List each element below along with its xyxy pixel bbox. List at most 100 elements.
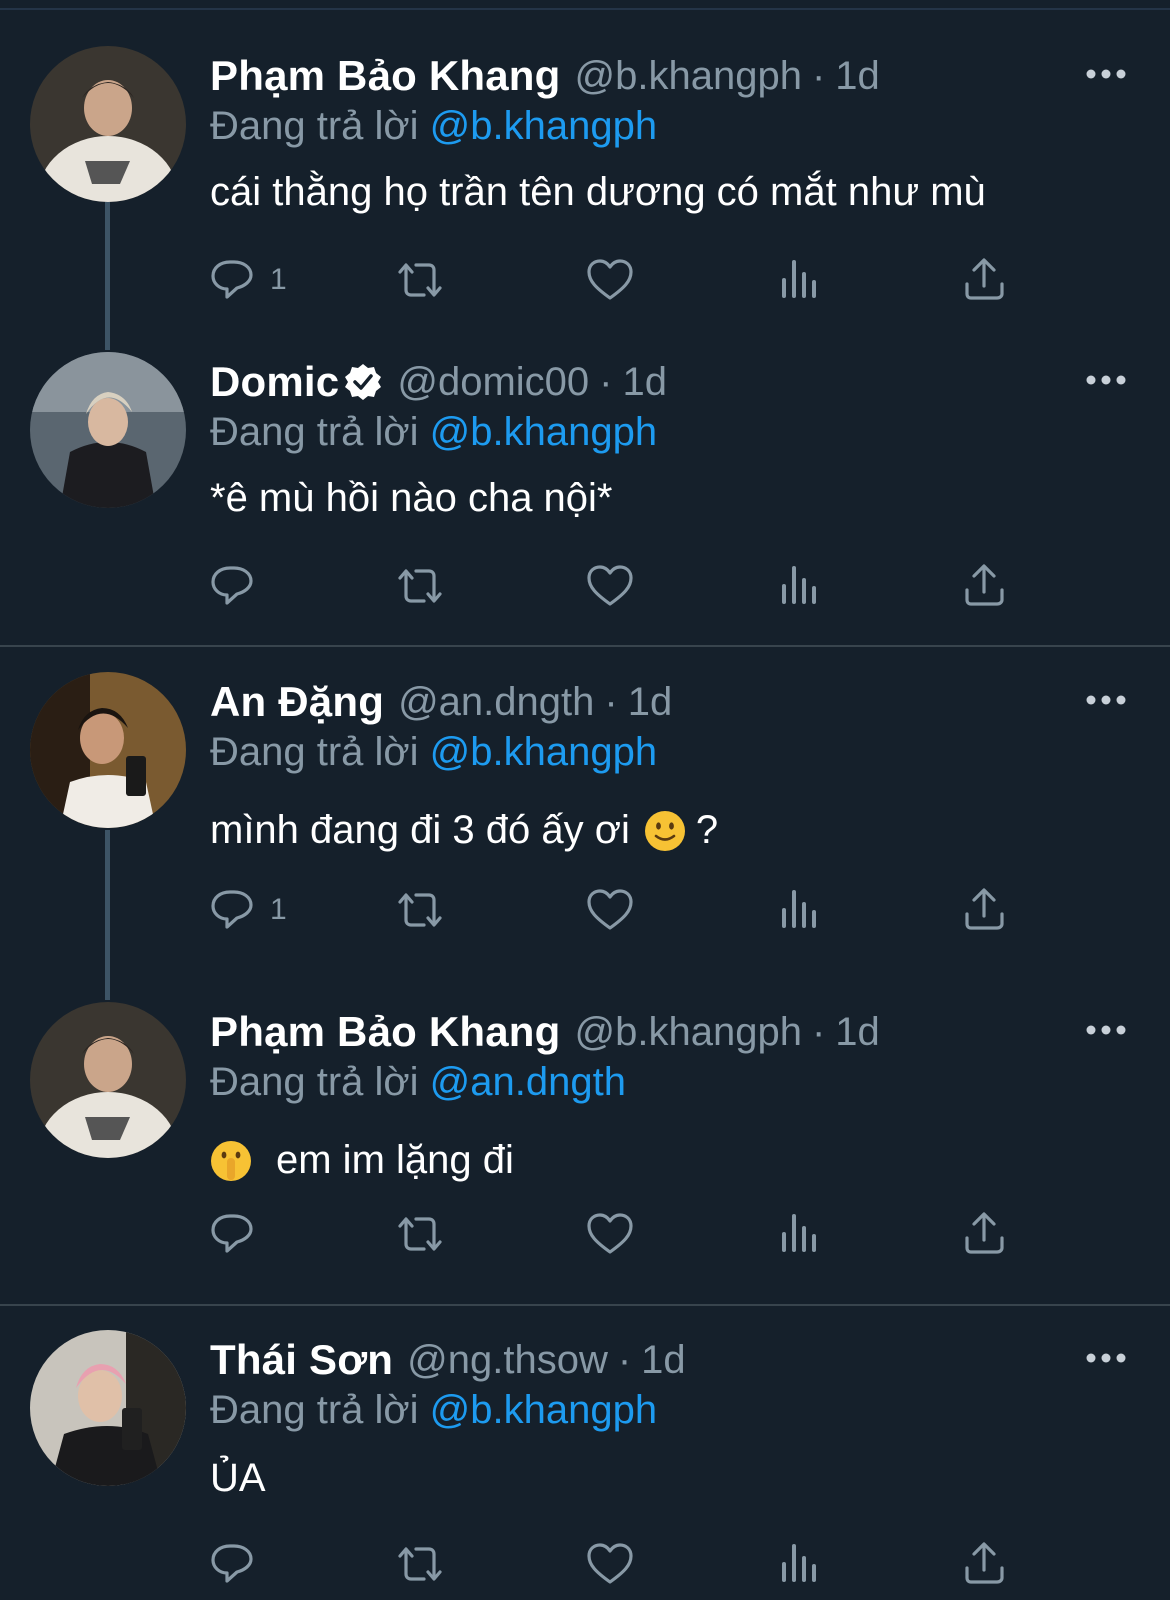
- reply-mention[interactable]: @b.khangph: [430, 104, 657, 148]
- display-name[interactable]: Domic: [210, 358, 339, 406]
- reply-count: 1: [270, 893, 287, 926]
- timestamp[interactable]: 1d: [835, 1010, 880, 1055]
- views-button[interactable]: [778, 886, 822, 934]
- display-name[interactable]: Phạm Bảo Khang: [210, 52, 561, 100]
- like-icon: [587, 1213, 633, 1254]
- views-button[interactable]: [778, 1540, 822, 1588]
- like-button[interactable]: [586, 562, 634, 610]
- views-button[interactable]: [778, 562, 822, 610]
- timestamp[interactable]: 1d: [622, 360, 667, 405]
- replying-label: Đang trả lời: [210, 730, 419, 774]
- views-button[interactable]: [778, 256, 822, 304]
- like-button[interactable]: [586, 1540, 634, 1588]
- reply-button[interactable]: 1: [210, 256, 287, 304]
- like-button[interactable]: [586, 886, 634, 934]
- share-icon: [965, 564, 1004, 606]
- tweet-header: Phạm Bảo Khang @b.khangph · 1d: [210, 48, 880, 104]
- reply-button[interactable]: 1: [210, 886, 287, 934]
- timestamp[interactable]: 1d: [641, 1338, 686, 1383]
- share-button[interactable]: [962, 562, 1008, 610]
- user-handle[interactable]: @an.dngth: [398, 680, 594, 725]
- replying-to: Đang trả lời @b.khangph: [210, 104, 657, 149]
- tweet-text: cái thằng họ trần tên dương có mắt như m…: [210, 170, 986, 215]
- more-options-icon[interactable]: [1085, 1348, 1127, 1368]
- like-icon: [587, 259, 633, 300]
- timestamp[interactable]: 1d: [835, 54, 880, 99]
- tweet-text-suffix: ?: [695, 808, 719, 852]
- like-button[interactable]: [586, 1210, 634, 1258]
- replying-label: Đang trả lời: [210, 1060, 419, 1104]
- avatar[interactable]: [30, 1002, 186, 1158]
- user-handle[interactable]: @domic00: [397, 360, 589, 405]
- user-handle[interactable]: @b.khangph: [575, 1010, 802, 1055]
- more-options-icon[interactable]: [1085, 64, 1127, 84]
- replying-to: Đang trả lời @b.khangph: [210, 410, 657, 455]
- slightly-smiling-face-icon: [644, 810, 685, 851]
- replying-label: Đang trả lời: [210, 410, 419, 454]
- share-icon: [965, 1212, 1004, 1254]
- reply-button[interactable]: [210, 562, 258, 610]
- views-button[interactable]: [778, 1210, 822, 1258]
- share-button[interactable]: [962, 1540, 1008, 1588]
- display-name[interactable]: Thái Sơn: [210, 1336, 393, 1384]
- verified-badge-icon: [345, 364, 382, 400]
- avatar[interactable]: [30, 352, 186, 508]
- timestamp[interactable]: 1d: [628, 680, 673, 725]
- more-options-icon[interactable]: [1085, 1020, 1127, 1040]
- reply-button[interactable]: [210, 1210, 258, 1258]
- reply-icon: [211, 566, 253, 605]
- more-options-icon[interactable]: [1085, 370, 1127, 390]
- retweet-icon: [398, 569, 442, 603]
- tweet-header: Domic @domic00 · 1d: [210, 354, 667, 410]
- separator-dot: ·: [617, 1337, 632, 1382]
- avatar[interactable]: [30, 46, 186, 202]
- retweet-icon: [398, 893, 442, 927]
- replying-to: Đang trả lời @an.dngth: [210, 1060, 626, 1105]
- more-options-icon[interactable]: [1085, 690, 1127, 710]
- reply-mention[interactable]: @an.dngth: [430, 1060, 626, 1104]
- reply-mention[interactable]: @b.khangph: [430, 730, 657, 774]
- tweet-text-content: cái thằng họ trần tên dương có mắt như m…: [210, 170, 986, 214]
- display-name[interactable]: Phạm Bảo Khang: [210, 1008, 561, 1056]
- share-icon: [965, 1542, 1004, 1584]
- like-icon: [587, 1543, 633, 1584]
- replying-label: Đang trả lời: [210, 1388, 419, 1432]
- retweet-icon: [398, 1217, 442, 1251]
- share-button[interactable]: [962, 1210, 1008, 1258]
- tweet-header: An Đặng @an.dngth · 1d: [210, 674, 672, 730]
- thread-line: [105, 830, 110, 1000]
- conversation-divider: [0, 1304, 1170, 1306]
- like-button[interactable]: [586, 256, 634, 304]
- tweet-text: em im lặng đi: [210, 1138, 514, 1183]
- tweet-text-content: mình đang đi 3 đó ấy ơi: [210, 808, 630, 852]
- reply-mention[interactable]: @b.khangph: [430, 410, 657, 454]
- user-handle[interactable]: @ng.thsow: [407, 1338, 608, 1383]
- separator-dot: ·: [604, 679, 618, 724]
- retweet-icon: [398, 263, 442, 297]
- reply-button[interactable]: [210, 1540, 258, 1588]
- tweet-text: ỦA: [210, 1456, 266, 1501]
- views-icon: [782, 890, 816, 928]
- display-name[interactable]: An Đặng: [210, 678, 384, 726]
- reply-mention[interactable]: @b.khangph: [430, 1388, 657, 1432]
- user-handle[interactable]: @b.khangph: [575, 54, 802, 99]
- separator-dot: ·: [811, 1009, 826, 1054]
- share-button[interactable]: [962, 256, 1008, 304]
- thread-line: [105, 200, 110, 350]
- reply-icon: [211, 1544, 253, 1583]
- retweet-icon: [398, 1547, 442, 1581]
- retweet-button[interactable]: [394, 886, 446, 934]
- reply-count: 1: [270, 263, 287, 296]
- tweet-text-content: *ê mù hồi nào cha nội*: [210, 476, 613, 520]
- retweet-button[interactable]: [394, 562, 446, 610]
- retweet-button[interactable]: [394, 1540, 446, 1588]
- retweet-button[interactable]: [394, 256, 446, 304]
- tweet-header: Phạm Bảo Khang @b.khangph · 1d: [210, 1004, 880, 1060]
- avatar[interactable]: [30, 672, 186, 828]
- share-icon: [965, 888, 1004, 930]
- retweet-button[interactable]: [394, 1210, 446, 1258]
- avatar[interactable]: [30, 1330, 186, 1486]
- tweet-text: *ê mù hồi nào cha nội*: [210, 476, 613, 521]
- views-icon: [782, 1544, 816, 1582]
- share-button[interactable]: [962, 886, 1008, 934]
